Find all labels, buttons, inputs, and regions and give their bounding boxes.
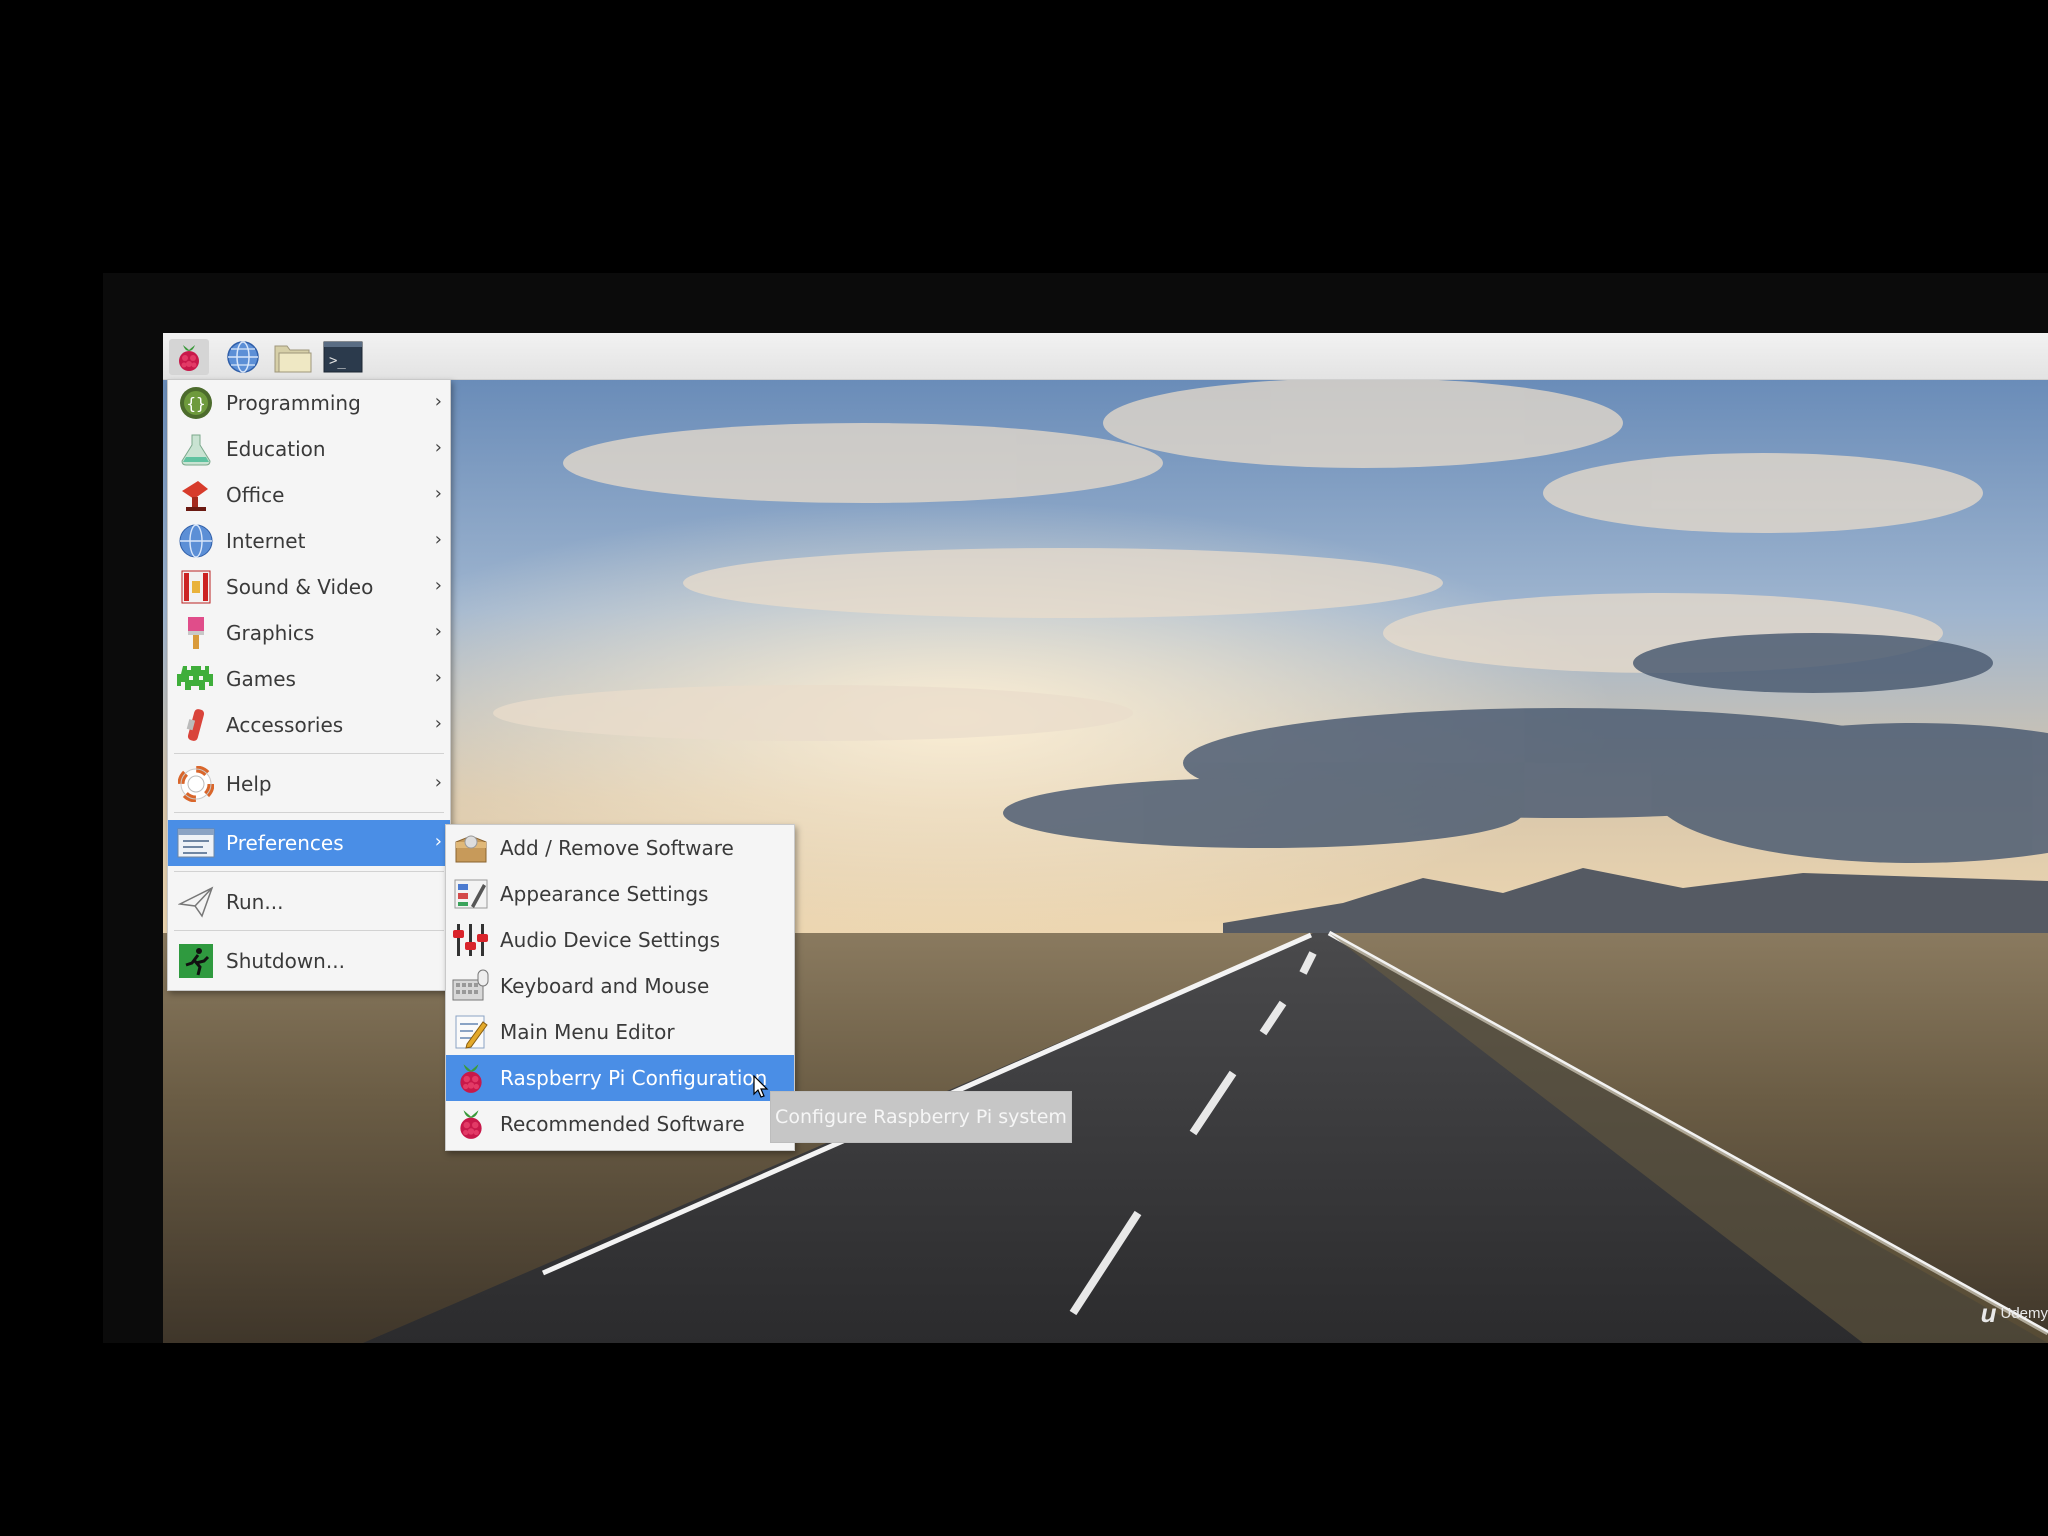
submenu-item-audio-device-settings[interactable]: Audio Device Settings: [446, 917, 794, 963]
keyboard-icon: [452, 966, 490, 1006]
tooltip: Configure Raspberry Pi system: [770, 1091, 1072, 1143]
desktop-screen: >_ {} Programming › Education › Office ›: [163, 333, 2048, 1343]
udemy-logo: u: [1980, 1298, 1997, 1328]
svg-text:{}: {}: [186, 394, 205, 413]
submenu-item-label: Raspberry Pi Configuration: [500, 1066, 768, 1090]
menu-item-label: Education: [226, 437, 326, 461]
submenu-item-label: Main Menu Editor: [500, 1020, 675, 1044]
menu-item-shutdown[interactable]: Shutdown...: [168, 938, 450, 984]
internet-icon: [176, 521, 216, 561]
appearance-icon: [452, 874, 490, 914]
submenu-arrow-icon: ›: [434, 713, 442, 734]
programming-icon: {}: [176, 383, 216, 423]
accessories-icon: [176, 705, 216, 745]
udemy-watermark: u Udemy: [1981, 1298, 2048, 1329]
submenu-item-add-remove-software[interactable]: Add / Remove Software: [446, 825, 794, 871]
submenu-arrow-icon: ›: [434, 831, 442, 852]
file-manager-icon[interactable]: [273, 339, 313, 375]
graphics-icon: [176, 613, 216, 653]
menu-editor-icon: [452, 1012, 490, 1052]
education-icon: [176, 429, 216, 469]
raspberry-icon: [452, 1058, 490, 1098]
menu-item-games[interactable]: Games ›: [168, 656, 450, 702]
preferences-submenu: Add / Remove Software Appearance Setting…: [445, 824, 795, 1151]
submenu-arrow-icon: ›: [434, 437, 442, 458]
submenu-arrow-icon: ›: [434, 575, 442, 596]
shutdown-icon: [176, 941, 216, 981]
menu-item-graphics[interactable]: Graphics ›: [168, 610, 450, 656]
submenu-item-appearance-settings[interactable]: Appearance Settings: [446, 871, 794, 917]
submenu-item-label: Add / Remove Software: [500, 836, 734, 860]
menu-item-label: Graphics: [226, 621, 315, 645]
menu-item-label: Shutdown...: [226, 949, 345, 973]
menu-item-label: Help: [226, 772, 272, 796]
submenu-arrow-icon: ›: [434, 529, 442, 550]
help-icon: [176, 764, 216, 804]
submenu-item-label: Appearance Settings: [500, 882, 709, 906]
raspberry-menu-icon[interactable]: [169, 339, 209, 375]
submenu-item-label: Recommended Software: [500, 1112, 745, 1136]
submenu-arrow-icon: ›: [434, 483, 442, 504]
menu-item-accessories[interactable]: Accessories ›: [168, 702, 450, 748]
mouse-cursor-icon: [753, 1074, 769, 1103]
package-icon: [452, 828, 490, 868]
menu-item-label: Run...: [226, 890, 284, 914]
menu-item-sound-video[interactable]: Sound & Video ›: [168, 564, 450, 610]
raspberry-icon: [452, 1104, 490, 1144]
menu-item-label: Office: [226, 483, 285, 507]
preferences-icon: [176, 823, 216, 863]
menu-item-office[interactable]: Office ›: [168, 472, 450, 518]
office-icon: [176, 475, 216, 515]
run-icon: [176, 882, 216, 922]
menu-divider: [174, 812, 444, 813]
terminal-icon[interactable]: >_: [323, 339, 363, 375]
web-browser-icon[interactable]: [223, 339, 263, 375]
menu-item-label: Sound & Video: [226, 575, 374, 599]
menu-item-preferences[interactable]: Preferences ›: [168, 820, 450, 866]
main-menu: {} Programming › Education › Office › In…: [167, 379, 451, 991]
submenu-arrow-icon: ›: [434, 772, 442, 793]
menu-divider: [174, 930, 444, 931]
menu-item-help[interactable]: Help ›: [168, 761, 450, 807]
sound-video-icon: [176, 567, 216, 607]
taskbar: >_: [163, 333, 2048, 380]
audio-mixer-icon: [452, 920, 490, 960]
menu-item-label: Programming: [226, 391, 361, 415]
menu-item-programming[interactable]: {} Programming ›: [168, 380, 450, 426]
submenu-item-label: Audio Device Settings: [500, 928, 720, 952]
menu-item-label: Accessories: [226, 713, 344, 737]
submenu-item-label: Keyboard and Mouse: [500, 974, 710, 998]
games-icon: [176, 659, 216, 699]
submenu-arrow-icon: ›: [434, 621, 442, 642]
submenu-item-raspberry-pi-configuration[interactable]: Raspberry Pi Configuration: [446, 1055, 794, 1101]
menu-divider: [174, 871, 444, 872]
submenu-item-keyboard-and-mouse[interactable]: Keyboard and Mouse: [446, 963, 794, 1009]
submenu-item-main-menu-editor[interactable]: Main Menu Editor: [446, 1009, 794, 1055]
udemy-watermark-text: Udemy: [2000, 1305, 2048, 1322]
submenu-arrow-icon: ›: [434, 391, 442, 412]
menu-item-label: Games: [226, 667, 296, 691]
menu-item-internet[interactable]: Internet ›: [168, 518, 450, 564]
submenu-item-recommended-software[interactable]: Recommended Software: [446, 1101, 794, 1147]
menu-item-run[interactable]: Run...: [168, 879, 450, 925]
svg-text:>_: >_: [329, 353, 346, 369]
submenu-arrow-icon: ›: [434, 667, 442, 688]
menu-divider: [174, 753, 444, 754]
menu-item-education[interactable]: Education ›: [168, 426, 450, 472]
menu-item-label: Internet: [226, 529, 306, 553]
menu-item-label: Preferences: [226, 831, 344, 855]
